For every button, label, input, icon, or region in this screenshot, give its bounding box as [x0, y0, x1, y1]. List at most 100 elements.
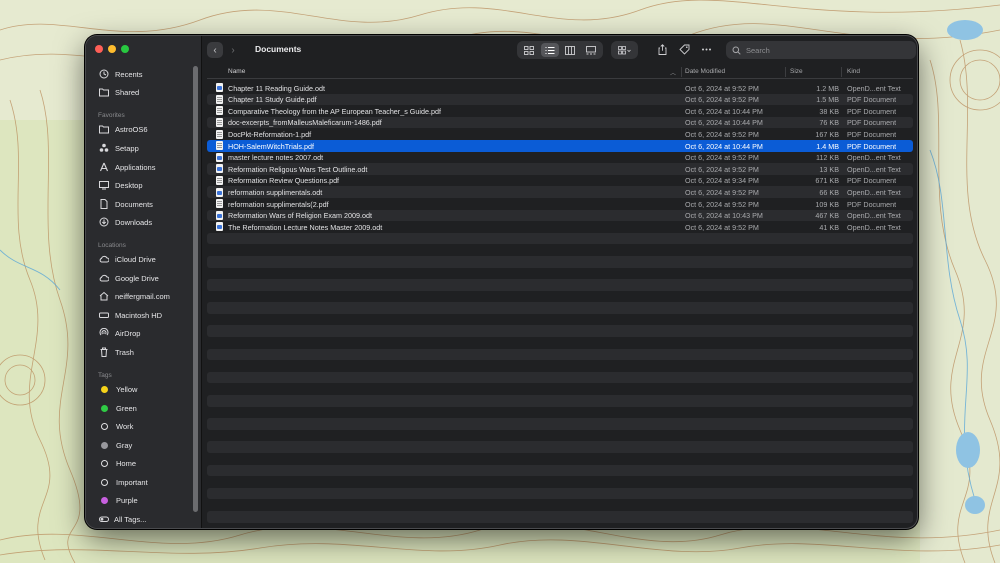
file-row[interactable]: DocPkt-Reformation-1.pdf Oct 6, 2024 at … — [207, 128, 913, 140]
chevron-right-icon: › — [231, 44, 235, 56]
tag-button[interactable] — [678, 43, 690, 56]
file-name: doc-excerpts_fromMalleusMaleficarum-1486… — [228, 118, 382, 128]
sidebar-item-astroos6[interactable]: AstroOS6 — [99, 122, 195, 136]
pdf-file-icon — [216, 94, 223, 104]
file-size: 1.2 MB — [816, 83, 839, 93]
kind-column-header[interactable]: Kind — [847, 68, 860, 75]
forward-button[interactable]: › — [225, 42, 241, 58]
file-date: Oct 6, 2024 at 9:52 PM — [685, 188, 759, 198]
file-size: 112 KB — [815, 153, 839, 163]
sidebar-scrollbar[interactable] — [193, 66, 198, 512]
columns-icon — [565, 45, 576, 55]
sort-chevron-icon: ︿ — [670, 71, 677, 77]
sidebar-item-macintosh-hd[interactable]: Macintosh HD — [99, 308, 195, 322]
file-row[interactable]: reformation supplimentals.odt Oct 6, 202… — [207, 186, 913, 198]
minimize-window-button[interactable] — [108, 45, 116, 53]
file-row[interactable]: Chapter 11 Study Guide.pdf Oct 6, 2024 a… — [207, 93, 913, 106]
file-date: Oct 6, 2024 at 10:43 PM — [685, 211, 763, 221]
sidebar-item-label: All Tags... — [114, 514, 147, 524]
file-name: DocPkt-Reformation-1.pdf — [228, 130, 312, 140]
file-kind: PDF Document — [847, 130, 897, 140]
sidebar-tag-home[interactable]: Home — [99, 456, 195, 470]
more-actions-button[interactable] — [700, 43, 712, 56]
airdrop-icon — [99, 328, 109, 338]
date-column-header[interactable]: Date Modified — [685, 68, 725, 75]
gallery-view-button[interactable] — [582, 43, 600, 57]
file-row[interactable]: Reformation Review Questions.pdf Oct 6, … — [207, 175, 913, 187]
file-size: 109 KB — [815, 199, 839, 209]
folder-icon — [99, 124, 109, 134]
group-by-button[interactable] — [611, 41, 638, 59]
file-row[interactable]: Comparative Theology from the AP Europea… — [207, 105, 913, 117]
sidebar-tag-purple[interactable]: Purple — [99, 493, 195, 507]
sidebar-item-airdrop[interactable]: AirDrop — [99, 326, 195, 340]
column-divider — [841, 67, 842, 77]
zoom-window-button[interactable] — [121, 45, 129, 53]
search-input[interactable] — [746, 45, 896, 55]
file-row[interactable]: Reformation Religous Wars Test Outline.o… — [207, 163, 913, 175]
share-button[interactable] — [656, 43, 668, 56]
sidebar-tag-green[interactable]: Green — [99, 401, 195, 415]
empty-row — [207, 291, 913, 303]
file-kind: PDF Document — [847, 176, 897, 186]
finder-window: Recents Shared Favorites AstroOS6 Setapp… — [85, 35, 918, 529]
file-name: Reformation Review Questions.pdf — [228, 176, 340, 186]
sidebar-item-shared[interactable]: Shared — [99, 85, 195, 99]
odt-file-icon — [216, 222, 223, 232]
file-name: master lecture notes 2007.odt — [228, 153, 324, 163]
sidebar-item-trash[interactable]: Trash — [99, 345, 195, 359]
odt-file-icon — [216, 152, 223, 162]
sidebar-item-recents[interactable]: Recents — [99, 67, 195, 81]
sidebar-item-downloads[interactable]: Downloads — [99, 215, 195, 229]
sidebar-item-label: neiffergmail.com — [115, 291, 170, 301]
file-date: Oct 6, 2024 at 9:52 PM — [685, 83, 759, 93]
sidebar-item-desktop[interactable]: Desktop — [99, 178, 195, 192]
file-row-selected[interactable]: HOH-SalemWitchTrials.pdf Oct 6, 2024 at … — [207, 139, 913, 152]
sidebar-all-tags[interactable]: All Tags... — [99, 512, 195, 526]
close-window-button[interactable] — [95, 45, 103, 53]
empty-row — [207, 360, 913, 372]
file-date: Oct 6, 2024 at 9:52 PM — [685, 164, 759, 174]
sidebar-item-label: Macintosh HD — [115, 310, 163, 320]
file-row[interactable]: master lecture notes 2007.odt Oct 6, 202… — [207, 152, 913, 164]
back-button[interactable]: ‹ — [207, 42, 223, 58]
sidebar-tag-important[interactable]: Important — [99, 475, 195, 489]
empty-row — [207, 383, 913, 395]
list-view-button[interactable] — [540, 43, 559, 57]
sidebar-item-label: AstroOS6 — [115, 124, 148, 134]
sidebar-tag-gray[interactable]: Gray — [99, 438, 195, 452]
file-row[interactable]: Chapter 11 Reading Guide.odt Oct 6, 2024… — [207, 82, 913, 94]
tag-icon — [678, 44, 689, 55]
sidebar-item-documents[interactable]: Documents — [99, 197, 195, 211]
sidebar-item-network-share[interactable]: neiffergmail.com — [99, 289, 195, 303]
file-row[interactable]: reformation supplimentals(2.pdf Oct 6, 2… — [207, 198, 913, 210]
sidebar-item-label: Gray — [116, 440, 133, 450]
file-size: 38 KB — [819, 106, 839, 116]
sidebar-item-applications[interactable]: Applications — [99, 160, 195, 174]
file-kind: PDF Document — [847, 95, 897, 105]
purple-tag-icon — [101, 496, 108, 504]
column-view-button[interactable] — [561, 43, 579, 57]
empty-row — [207, 348, 913, 361]
file-name: Reformation Wars of Religion Exam 2009.o… — [228, 211, 372, 221]
empty-row — [207, 476, 913, 488]
sidebar-tag-work[interactable]: Work — [99, 419, 195, 433]
sidebar-item-google-drive[interactable]: Google Drive — [99, 271, 195, 285]
favorites-heading: Favorites — [98, 112, 125, 119]
name-column-header[interactable]: Name — [228, 68, 245, 75]
empty-row — [207, 418, 913, 430]
search-field[interactable] — [726, 41, 916, 59]
sidebar-tag-yellow[interactable]: Yellow — [99, 382, 195, 396]
file-date: Oct 6, 2024 at 10:44 PM — [685, 106, 763, 116]
file-row[interactable]: The Reformation Lecture Notes Master 200… — [207, 221, 913, 233]
window-title: Documents — [255, 44, 302, 54]
size-column-header[interactable]: Size — [790, 68, 803, 75]
tags-toggle-icon — [99, 514, 109, 524]
icon-view-button[interactable] — [520, 43, 538, 57]
sidebar-item-setapp[interactable]: Setapp — [99, 141, 195, 155]
sidebar-item-icloud-drive[interactable]: iCloud Drive — [99, 252, 195, 266]
sidebar-item-label: AirDrop — [115, 328, 141, 338]
file-row[interactable]: doc-excerpts_fromMalleusMaleficarum-1486… — [207, 116, 913, 129]
file-row[interactable]: Reformation Wars of Religion Exam 2009.o… — [207, 209, 913, 222]
pdf-file-icon — [216, 118, 223, 128]
